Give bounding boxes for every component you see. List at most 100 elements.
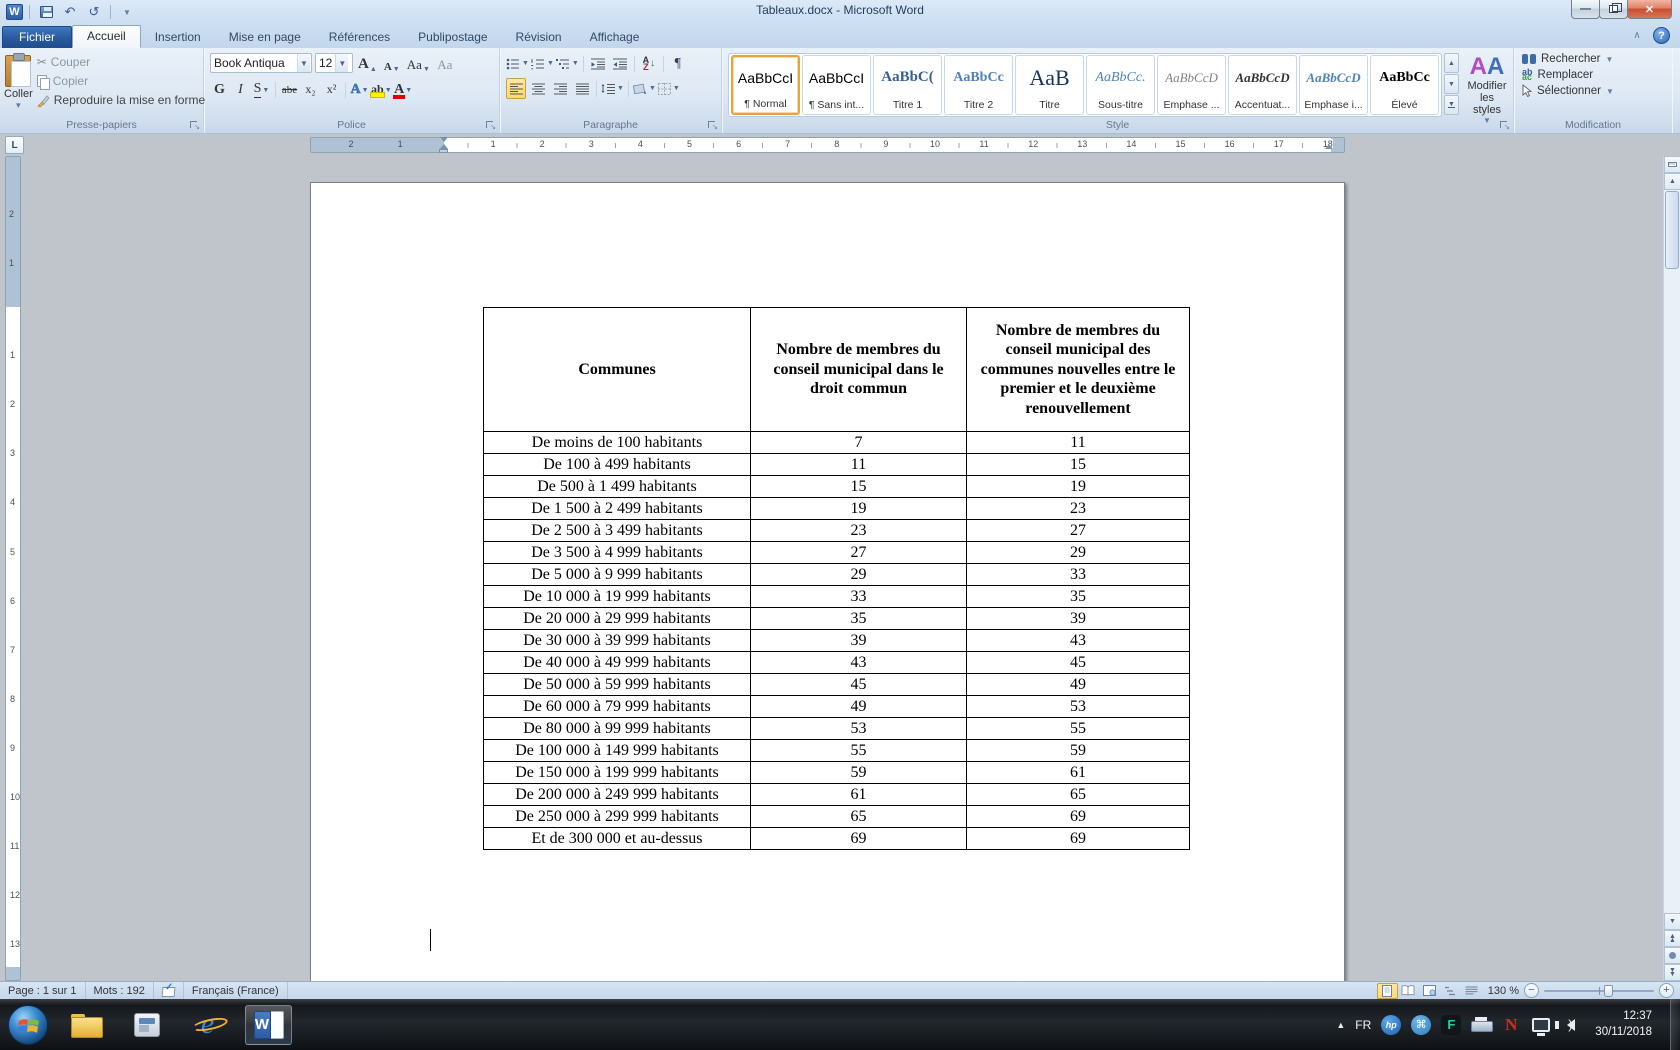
scroll-down-icon[interactable]: ▼ <box>1664 913 1680 930</box>
change-styles-button[interactable]: AA Modifier les styles ▼ <box>1465 51 1509 117</box>
highlight-color-button[interactable]: ab▼ <box>371 79 392 100</box>
volume-tray-icon[interactable] <box>1561 1015 1581 1035</box>
next-page-button[interactable]: ▼▼ <box>1664 964 1680 981</box>
security-tray-icon[interactable]: F <box>1441 1015 1461 1035</box>
taskbar-word-button[interactable]: W <box>245 1005 292 1045</box>
horizontal-ruler[interactable]: 21 123456789101112131415161718 <box>310 137 1345 153</box>
word-count[interactable]: Mots : 192 <box>86 982 154 999</box>
style-gallery-item[interactable]: AaBbCc Élevé <box>1370 55 1439 115</box>
scroll-up-icon[interactable]: ▲ <box>1664 173 1680 190</box>
select-button[interactable]: Sélectionner ▼ <box>1518 84 1668 98</box>
justify-button[interactable] <box>572 78 592 99</box>
indent-markers[interactable] <box>439 137 450 155</box>
minimize-button[interactable]: — <box>1571 0 1600 19</box>
spellcheck-status[interactable] <box>154 982 184 999</box>
help-icon[interactable]: ? <box>1653 27 1670 44</box>
bold-button[interactable]: G <box>210 79 229 100</box>
style-gallery-item[interactable]: AaBbCcI ¶ Normal <box>731 55 800 115</box>
show-hidden-icons-chevron[interactable]: ▲ <box>1336 1020 1345 1030</box>
taskbar-internet-explorer-button[interactable]: e <box>184 1005 231 1045</box>
shrink-font-button[interactable]: A▼ <box>382 53 402 73</box>
n-app-tray-icon[interactable]: N <box>1501 1015 1521 1035</box>
italic-button[interactable]: I <box>231 79 250 100</box>
language-switcher[interactable]: FR <box>1355 1018 1371 1032</box>
zoom-slider-thumb[interactable] <box>1604 985 1613 997</box>
draft-view-button[interactable] <box>1461 983 1482 999</box>
style-gallery-scroll-down[interactable]: ▼ <box>1444 74 1459 94</box>
print-layout-view-button[interactable] <box>1377 983 1398 999</box>
printer-tray-icon[interactable] <box>1471 1015 1491 1035</box>
network-tray-icon[interactable] <box>1531 1015 1551 1035</box>
document-table[interactable]: Communes Nombre de membres du conseil mu… <box>483 307 1190 850</box>
ribbon-tab[interactable]: Révision <box>502 27 576 48</box>
zoom-out-button[interactable]: − <box>1524 983 1539 998</box>
scrollbar-thumb[interactable] <box>1665 191 1679 269</box>
copy-button[interactable]: Copier <box>33 72 209 90</box>
hp-tray-icon[interactable]: hp <box>1381 1015 1401 1035</box>
underline-button[interactable]: S▼ <box>252 79 271 100</box>
restore-button[interactable] <box>1599 0 1628 19</box>
style-gallery-item[interactable]: AaBbCcD Accentuat... <box>1228 55 1297 115</box>
borders-button[interactable]: ▼ <box>658 78 680 99</box>
ribbon-tab[interactable]: Insertion <box>141 27 215 48</box>
font-dialog-launcher-icon[interactable] <box>484 119 496 131</box>
sort-button[interactable]: AZ ↓ <box>639 53 659 74</box>
style-gallery-item[interactable]: AaB Titre <box>1015 55 1084 115</box>
document-page[interactable]: Communes Nombre de membres du conseil mu… <box>310 182 1345 981</box>
styles-dialog-launcher-icon[interactable] <box>1498 119 1510 131</box>
ribbon-tab[interactable]: Publipostage <box>404 27 501 48</box>
align-right-button[interactable] <box>550 78 570 99</box>
right-indent-icon[interactable] <box>1325 144 1333 149</box>
ribbon-tab[interactable]: Références <box>315 27 404 48</box>
decrease-indent-button[interactable] <box>588 53 608 74</box>
align-center-button[interactable] <box>528 78 548 99</box>
clipboard-dialog-launcher-icon[interactable] <box>188 119 200 131</box>
ribbon-tab[interactable]: Affichage <box>576 27 654 48</box>
style-gallery-item[interactable]: AaBbCc. Sous-titre <box>1086 55 1155 115</box>
style-gallery-scroll-up[interactable]: ▲ <box>1444 53 1459 73</box>
subscript-button[interactable]: x₂ <box>301 79 320 100</box>
zoom-level[interactable]: 130 % <box>1488 985 1519 997</box>
close-button[interactable]: ✕ <box>1627 0 1672 19</box>
ribbon-tab[interactable]: Accueil <box>72 25 141 48</box>
superscript-button[interactable]: x² <box>322 79 341 100</box>
language-indicator[interactable]: Français (France) <box>184 982 288 999</box>
zoom-in-button[interactable]: + <box>1659 983 1674 998</box>
align-left-button[interactable] <box>506 78 526 99</box>
connection-tray-icon[interactable] <box>1411 1015 1431 1035</box>
outline-view-button[interactable] <box>1440 983 1461 999</box>
font-family-select[interactable]: Book Antiqua ▼ <box>210 53 312 73</box>
view-ruler-toggle[interactable] <box>1664 156 1680 173</box>
ribbon-tab[interactable]: Mise en page <box>215 27 315 48</box>
fullscreen-reading-view-button[interactable] <box>1398 983 1419 999</box>
paste-button[interactable]: Coller ▼ <box>4 51 33 117</box>
style-gallery-item[interactable]: AaBbCcD Emphase i... <box>1299 55 1368 115</box>
show-desktop-button[interactable] <box>1670 999 1680 1050</box>
text-effects-button[interactable]: A▼ <box>350 79 369 100</box>
increase-indent-button[interactable] <box>610 53 630 74</box>
style-gallery-item[interactable]: AaBbC( Titre 1 <box>873 55 942 115</box>
taskbar-app-button[interactable] <box>123 1005 170 1045</box>
style-gallery-item[interactable]: AaBbCcI ¶ Sans int... <box>802 55 871 115</box>
format-painter-button[interactable]: Reproduire la mise en forme <box>33 91 209 109</box>
font-color-button[interactable]: A▼ <box>394 79 413 100</box>
ribbon-tab[interactable]: Fichier <box>2 26 72 48</box>
vertical-ruler[interactable]: 21 12345678910111213 <box>5 156 21 981</box>
strikethrough-button[interactable]: abe <box>280 79 299 100</box>
font-size-select[interactable]: 12 ▼ <box>315 53 353 73</box>
replace-button[interactable]: abac Remplacer <box>1518 68 1668 82</box>
collapse-ribbon-icon[interactable]: ∧ <box>1629 30 1645 41</box>
style-gallery-item[interactable]: AaBbCcD Emphase ... <box>1157 55 1226 115</box>
show-formatting-marks-button[interactable]: ¶ <box>668 53 688 74</box>
shading-button[interactable]: ▼ <box>633 78 656 99</box>
zoom-slider[interactable] <box>1544 990 1654 992</box>
multilevel-list-button[interactable]: ▼ <box>556 53 579 74</box>
paragraph-dialog-launcher-icon[interactable] <box>706 119 718 131</box>
tab-stop-selector[interactable]: L <box>5 136 24 154</box>
change-case-button[interactable]: Aa▼ <box>405 53 432 73</box>
vertical-scrollbar[interactable]: ▲ ▼ ▲▲ ▼▼ <box>1663 156 1680 981</box>
find-button[interactable]: Rechercher ▼ <box>1518 52 1668 66</box>
cut-button[interactable]: ✂ Couper <box>33 53 209 71</box>
web-layout-view-button[interactable] <box>1419 983 1440 999</box>
start-button[interactable] <box>8 1005 48 1045</box>
